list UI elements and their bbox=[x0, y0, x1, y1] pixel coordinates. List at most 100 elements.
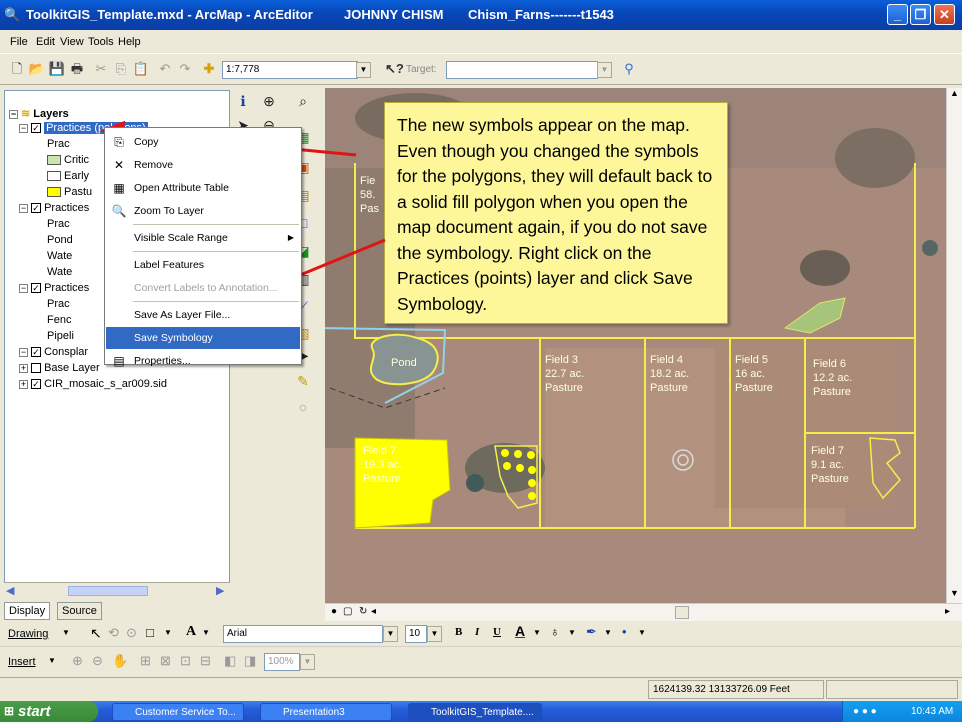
tab-source[interactable]: Source bbox=[57, 602, 102, 620]
font-select[interactable]: Arial bbox=[223, 625, 383, 643]
toc-layer[interactable]: + Base Layer bbox=[19, 361, 100, 375]
save-icon[interactable]: 💾 bbox=[48, 60, 66, 78]
rectangle-icon[interactable]: □ bbox=[146, 625, 154, 640]
underline-icon[interactable]: U bbox=[493, 626, 501, 638]
scroll-up-icon[interactable]: ▲ bbox=[950, 88, 959, 98]
menu-item-copy[interactable]: ⎘ Copy bbox=[106, 131, 300, 153]
expand-icon[interactable]: + bbox=[19, 363, 28, 373]
collapse-icon[interactable]: − bbox=[19, 203, 28, 213]
toc-layer[interactable]: − ✓ Practices bbox=[19, 201, 89, 215]
layer-checkbox[interactable]: ✓ bbox=[31, 379, 41, 390]
scroll-left-icon[interactable]: ◀ bbox=[6, 584, 14, 597]
collapse-icon[interactable]: − bbox=[19, 347, 28, 357]
data-view-icon[interactable]: ● bbox=[331, 606, 337, 617]
expand-icon[interactable]: + bbox=[19, 379, 28, 389]
tray-icons[interactable]: ● ● ● bbox=[853, 701, 877, 722]
menu-item-properties[interactable]: ▤ Properties... bbox=[106, 350, 300, 372]
toc-layer[interactable]: + ✓ CIR_mosaic_s_ar009.sid bbox=[19, 377, 167, 391]
collapse-icon[interactable]: − bbox=[9, 109, 18, 119]
identify-icon[interactable]: ℹ bbox=[232, 90, 254, 112]
menu-item-zoom-to-layer[interactable]: 🔍 Zoom To Layer bbox=[106, 200, 300, 222]
drawing-menu[interactable]: Drawing bbox=[8, 628, 48, 640]
collapse-icon[interactable]: − bbox=[19, 123, 28, 133]
layer-checkbox[interactable]: ✓ bbox=[31, 283, 41, 294]
scroll-left-icon[interactable]: ◂ bbox=[371, 606, 376, 617]
menu-item-convert-labels-to-annotation[interactable]: Convert Labels to Annotation... bbox=[106, 277, 300, 299]
zoom-in-icon[interactable]: ⊕ bbox=[258, 90, 280, 112]
map-vertical-scrollbar[interactable]: ▲ ▼ bbox=[946, 88, 962, 608]
zoom-layout-icon[interactable]: ⊠ bbox=[160, 653, 171, 669]
pencil-icon[interactable]: ✎ bbox=[292, 370, 314, 392]
toc-layer[interactable]: − ✓ Practices bbox=[19, 281, 89, 295]
toc-layer[interactable]: − ✓ Consplar bbox=[19, 345, 88, 359]
zoom-whole-icon[interactable]: ⊙ bbox=[126, 625, 137, 641]
zoom-percent-field[interactable]: 100% bbox=[264, 653, 300, 671]
insert-menu[interactable]: Insert bbox=[8, 656, 36, 668]
layers-root[interactable]: − ≋ Layers bbox=[9, 107, 69, 121]
scroll-thumb[interactable] bbox=[68, 586, 148, 596]
text-tool-icon[interactable]: A bbox=[186, 624, 196, 640]
cut-icon[interactable]: ✂ bbox=[92, 60, 110, 78]
layer-checkbox[interactable]: ✓ bbox=[31, 347, 41, 358]
layer-checkbox[interactable]: ✓ bbox=[31, 203, 41, 214]
chevron-down-icon[interactable]: ▼ bbox=[597, 62, 612, 78]
chevron-down-icon[interactable]: ▼ bbox=[638, 628, 646, 637]
previous-extent-icon[interactable]: ◧ bbox=[224, 653, 236, 669]
zoom-page-icon[interactable]: ⊡ bbox=[180, 653, 191, 669]
toc-horizontal-scrollbar[interactable]: ◀ ▶ bbox=[4, 582, 230, 598]
task-toolkitgis[interactable]: ToolkitGIS_Template.... bbox=[408, 703, 542, 721]
scroll-thumb[interactable] bbox=[675, 606, 689, 619]
redo-icon[interactable]: ↷ bbox=[176, 60, 194, 78]
chevron-down-icon[interactable]: ▼ bbox=[533, 628, 541, 637]
bold-icon[interactable]: B bbox=[455, 626, 462, 638]
paste-icon[interactable]: 📋 bbox=[132, 60, 150, 78]
map-scale-field[interactable]: 1:7,778 bbox=[222, 61, 358, 79]
find-icon[interactable]: ⌕ bbox=[292, 90, 314, 112]
undo-icon[interactable]: ↶ bbox=[156, 60, 174, 78]
layout-view-icon[interactable]: ▢ bbox=[343, 606, 352, 617]
new-doc-icon[interactable]: 🗋 bbox=[8, 60, 26, 78]
refresh-icon[interactable]: ↻ bbox=[359, 606, 367, 617]
open-icon[interactable]: 📂 bbox=[28, 60, 46, 78]
menu-item-save-symbology[interactable]: Save Symbology bbox=[106, 327, 300, 349]
chevron-down-icon[interactable]: ▼ bbox=[427, 626, 442, 642]
map-horizontal-scrollbar[interactable]: ● ▢ ↻ ◂ ▸ bbox=[325, 603, 962, 621]
line-color-icon[interactable]: ✒ bbox=[586, 624, 597, 640]
zoom-100-icon[interactable]: ⊟ bbox=[200, 653, 211, 669]
chevron-down-icon[interactable]: ▼ bbox=[48, 656, 56, 665]
chevron-down-icon[interactable]: ▼ bbox=[568, 628, 576, 637]
font-size-select[interactable]: 10 bbox=[405, 625, 427, 643]
font-color-icon[interactable]: A bbox=[515, 623, 525, 639]
collapse-icon[interactable]: − bbox=[19, 283, 28, 293]
italic-icon[interactable]: I bbox=[475, 626, 479, 638]
menu-tools[interactable]: Tools bbox=[88, 36, 114, 48]
start-button[interactable]: ⊞ start bbox=[0, 701, 98, 722]
menu-edit[interactable]: Edit bbox=[36, 36, 55, 48]
chevron-down-icon[interactable]: ▼ bbox=[62, 628, 70, 637]
tab-display[interactable]: Display bbox=[4, 602, 51, 620]
rotate-icon[interactable]: ⟲ bbox=[108, 625, 119, 641]
chevron-down-icon[interactable]: ▼ bbox=[164, 628, 172, 637]
chevron-down-icon[interactable]: ▼ bbox=[383, 626, 398, 642]
zoom-out-fixed-icon[interactable]: ⊖ bbox=[92, 653, 103, 669]
scroll-right-icon[interactable]: ▸ bbox=[945, 606, 950, 617]
circle-tool-icon[interactable]: ○ bbox=[292, 396, 314, 418]
menu-item-remove[interactable]: ✕ Remove bbox=[106, 154, 300, 176]
menu-item-open-attribute-table[interactable]: ▦ Open Attribute Table bbox=[106, 177, 300, 199]
scroll-right-icon[interactable]: ▶ bbox=[216, 584, 224, 597]
scroll-down-icon[interactable]: ▼ bbox=[950, 588, 959, 598]
task-customer-service[interactable]: Customer Service To... bbox=[112, 703, 244, 721]
copy-tool-icon[interactable]: ⎘ bbox=[112, 60, 130, 78]
minimize-button[interactable]: _ bbox=[887, 4, 908, 25]
menu-view[interactable]: View bbox=[60, 36, 84, 48]
target-select[interactable] bbox=[446, 61, 598, 79]
menu-file[interactable]: File bbox=[10, 36, 28, 48]
layer-checkbox[interactable] bbox=[31, 363, 41, 374]
marker-color-icon[interactable]: • bbox=[622, 624, 627, 639]
menu-item-visible-scale-range[interactable]: Visible Scale Range ▶ bbox=[106, 227, 300, 249]
menu-item-label-features[interactable]: Label Features bbox=[106, 254, 300, 276]
task-presentation[interactable]: Presentation3 bbox=[260, 703, 392, 721]
next-extent-icon[interactable]: ◨ bbox=[244, 653, 256, 669]
pan-icon[interactable]: ✋ bbox=[112, 653, 128, 669]
menu-item-save-as-layer-file[interactable]: Save As Layer File... bbox=[106, 304, 300, 326]
